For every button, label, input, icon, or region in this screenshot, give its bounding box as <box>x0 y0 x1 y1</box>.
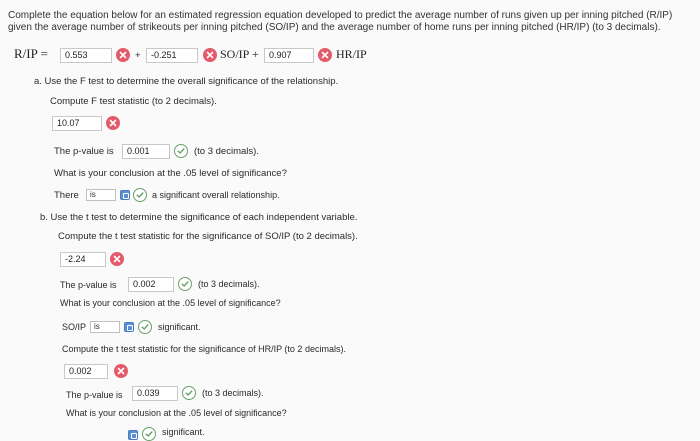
pvalue-label-b1: The p-value is <box>60 280 117 290</box>
t-hr-ip-input[interactable]: 0.002 <box>64 364 108 379</box>
part-b-label: b. Use the t test to determine the signi… <box>40 212 358 223</box>
intercept-input[interactable]: 0.553 <box>60 48 112 63</box>
conclusion-question-b2: What is your conclusion at the .05 level… <box>66 408 287 418</box>
check-circle-icon <box>178 277 192 291</box>
conclusion-question-b1: What is your conclusion at the .05 level… <box>60 298 281 308</box>
t-so-ip-input[interactable]: -2.24 <box>60 252 106 267</box>
incorrect-x-icon <box>116 48 130 62</box>
incorrect-x-icon <box>106 116 120 130</box>
pvalue-note-b2: (to 3 decimals). <box>202 388 264 398</box>
pvalue-so-input[interactable]: 0.002 <box>128 277 174 292</box>
part-a-label: a. Use the F test to determine the overa… <box>34 76 339 87</box>
select-arrow-icon[interactable] <box>124 322 134 332</box>
incorrect-x-icon <box>114 364 128 378</box>
check-circle-icon <box>142 427 156 441</box>
hr-ip-coefficient-input[interactable]: 0.907 <box>264 48 314 63</box>
part-b-compute-hr: Compute the t test statistic for the sig… <box>62 344 346 354</box>
pvalue-label-b2: The p-value is <box>66 390 123 400</box>
plus-sign: + <box>135 50 141 61</box>
pvalue-hr-input[interactable]: 0.039 <box>132 386 178 401</box>
check-circle-icon <box>133 188 147 202</box>
conclusion-question-a: What is your conclusion at the .05 level… <box>54 168 287 179</box>
part-a-compute-f: Compute F test statistic (to 2 decimals)… <box>50 96 217 107</box>
check-circle-icon <box>138 320 152 334</box>
pvalue-a-input[interactable]: 0.001 <box>122 144 170 159</box>
significance-select-so[interactable]: is <box>90 321 120 333</box>
equation-lhs: R/IP = <box>14 46 48 61</box>
select-arrow-icon[interactable] <box>120 190 130 200</box>
hr-ip-variable: HR/IP <box>336 47 367 61</box>
there-label: There <box>54 190 79 201</box>
incorrect-x-icon <box>110 252 124 266</box>
intro-line-2: given the average number of strikeouts p… <box>8 22 661 33</box>
pvalue-note-a: (to 3 decimals). <box>194 146 259 157</box>
part-b-compute-so: Compute the t test statistic for the sig… <box>58 231 358 242</box>
check-circle-icon <box>174 144 188 158</box>
pvalue-label-a: The p-value is <box>54 146 114 157</box>
question-page: Complete the equation below for an estim… <box>0 0 700 441</box>
f-statistic-input[interactable]: 10.07 <box>52 116 102 131</box>
incorrect-x-icon <box>318 48 332 62</box>
so-ip-conclusion-var: SO/IP <box>62 322 87 332</box>
significance-select-a[interactable]: is <box>86 189 116 201</box>
so-ip-variable: SO/IP + <box>220 47 259 61</box>
check-circle-icon <box>182 386 196 400</box>
significant-text-so: significant. <box>158 322 201 332</box>
select-arrow-icon[interactable] <box>128 430 138 440</box>
conclusion-text-a: a significant overall relationship. <box>152 190 280 200</box>
pvalue-note-b1: (to 3 decimals). <box>198 279 260 289</box>
so-ip-coefficient-input[interactable]: -0.251 <box>146 48 198 63</box>
incorrect-x-icon <box>203 48 217 62</box>
